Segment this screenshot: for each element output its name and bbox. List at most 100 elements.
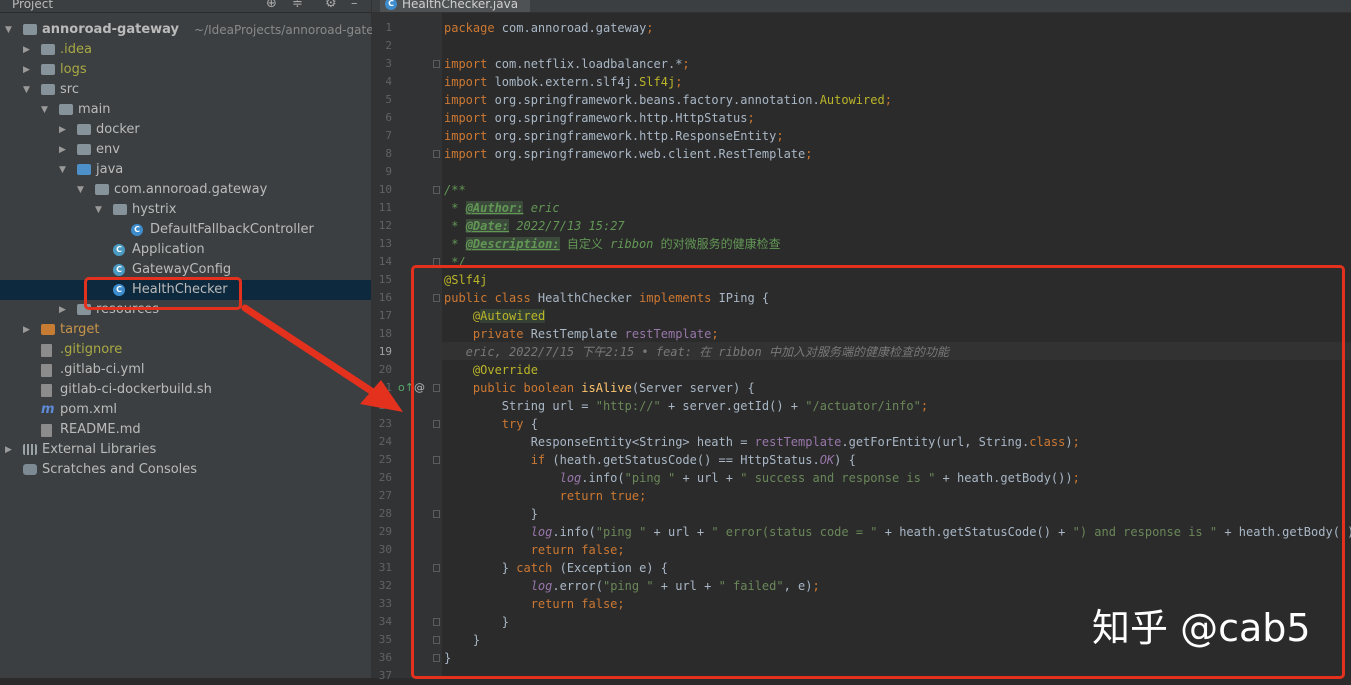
collapse-all-icon[interactable]: ≑ <box>292 0 303 11</box>
line-number[interactable]: 36 <box>372 649 392 667</box>
collapse-arrow-icon[interactable]: ▶ <box>59 300 66 320</box>
project-panel-title[interactable]: Project <box>12 0 53 11</box>
code-token: ; <box>675 75 683 89</box>
line-number[interactable]: 31 <box>372 559 392 577</box>
java-class-icon: C <box>385 0 397 10</box>
line-number[interactable]: 2 <box>372 37 392 55</box>
code-token: package <box>444 21 502 35</box>
tree-item-label: java <box>96 162 124 177</box>
line-number[interactable]: 13 <box>372 235 392 253</box>
expand-arrow-icon[interactable]: ▼ <box>95 200 102 220</box>
expand-arrow-icon[interactable]: ▼ <box>5 20 12 40</box>
gear-icon[interactable]: ⚙ <box>325 0 337 11</box>
line-number[interactable]: 1 <box>372 19 392 37</box>
code-token: * <box>444 219 466 233</box>
line-number[interactable]: 35 <box>372 631 392 649</box>
tree-item-annoroad-gateway[interactable]: ▼ annoroad-gateway ~/IdeaProjects/annoroad… <box>0 20 381 40</box>
line-number[interactable]: 29 <box>372 523 392 541</box>
code-line: import lombok.extern.slf4j.Slf4j; <box>444 73 682 91</box>
tab-health-checker[interactable]: C HealthChecker.java <box>380 0 531 12</box>
scratches-icon <box>23 464 37 475</box>
tree-item-external-libraries[interactable]: ▶ External Libraries <box>0 440 371 460</box>
collapse-arrow-icon[interactable]: ▶ <box>59 120 66 140</box>
tree-item-defaultfallbackcontroller[interactable]: C DefaultFallbackController <box>0 220 371 240</box>
line-number[interactable]: 4 <box>372 73 392 91</box>
watermark: 知乎 @cab5 <box>1092 606 1311 650</box>
folder-icon <box>41 84 55 95</box>
line-number[interactable]: 30 <box>372 541 392 559</box>
code-token: import <box>444 147 495 161</box>
tree-item-application[interactable]: C Application <box>0 240 371 260</box>
collapse-arrow-icon[interactable]: ▶ <box>23 320 30 340</box>
line-number[interactable]: 24 <box>372 433 392 451</box>
code-token: Autowired <box>819 93 885 107</box>
tree-item-idea[interactable]: ▶ .idea <box>0 40 371 60</box>
minimize-icon[interactable]: – <box>351 0 358 11</box>
excluded-folder-icon <box>41 324 55 335</box>
line-number[interactable]: 3 <box>372 55 392 73</box>
code-token: com.annoroad.gateway <box>501 21 647 35</box>
code-token: import <box>444 57 495 71</box>
code-token: lombok.extern.slf4j. <box>494 75 640 89</box>
arrow-shaft <box>241 304 389 404</box>
tree-item-main[interactable]: ▼ main <box>0 100 371 120</box>
tree-item-scratches-and-consoles[interactable]: Scratches and Consoles <box>0 460 371 480</box>
code-token: ; <box>884 93 892 107</box>
line-number[interactable]: 14 <box>372 253 392 271</box>
line-number[interactable]: 5 <box>372 91 392 109</box>
tree-item-label: README.md <box>60 422 141 437</box>
tree-item-com-annoroad-gateway[interactable]: ▼ com.annoroad.gateway <box>0 180 371 200</box>
line-number[interactable]: 12 <box>372 217 392 235</box>
tree-item-src[interactable]: ▼ src <box>0 80 371 100</box>
expand-arrow-icon[interactable]: ▼ <box>77 180 84 200</box>
line-number[interactable]: 34 <box>372 613 392 631</box>
tree-item-java[interactable]: ▼ java <box>0 160 371 180</box>
code-token: @Date: <box>465 219 510 233</box>
fold-marker-icon[interactable] <box>433 186 440 194</box>
expand-arrow-icon[interactable]: ▼ <box>59 160 66 180</box>
shell-file-icon <box>41 384 52 397</box>
yaml-file-icon <box>41 364 52 377</box>
line-number[interactable]: 7 <box>372 127 392 145</box>
locate-icon[interactable]: ⊕ <box>266 0 277 11</box>
line-number[interactable]: 8 <box>372 145 392 163</box>
line-number[interactable]: 27 <box>372 487 392 505</box>
fold-marker-icon[interactable] <box>433 150 440 158</box>
folder-icon <box>41 44 55 55</box>
line-number[interactable]: 26 <box>372 469 392 487</box>
tree-item-logs[interactable]: ▶ logs <box>0 60 371 80</box>
line-number[interactable]: 9 <box>372 163 392 181</box>
collapse-arrow-icon[interactable]: ▶ <box>5 440 12 460</box>
collapse-arrow-icon[interactable]: ▶ <box>23 40 30 60</box>
line-number[interactable]: 11 <box>372 199 392 217</box>
code-line: import org.springframework.http.HttpStat… <box>444 109 755 127</box>
spring-class-icon: C <box>113 264 125 276</box>
tree-item-docker[interactable]: ▶ docker <box>0 120 371 140</box>
folder-icon <box>77 144 91 155</box>
collapse-arrow-icon[interactable]: ▶ <box>59 140 66 160</box>
tree-item-hystrix[interactable]: ▼ hystrix <box>0 200 371 220</box>
code-token: * <box>444 201 466 215</box>
line-number[interactable]: 33 <box>372 595 392 613</box>
fold-marker-icon[interactable] <box>433 60 440 68</box>
tree-item-label: gitlab-ci-dockerbuild.sh <box>60 382 212 397</box>
line-number[interactable]: 25 <box>372 451 392 469</box>
line-number[interactable]: 10 <box>372 181 392 199</box>
tree-item-label: DefaultFallbackController <box>150 222 314 237</box>
collapse-arrow-icon[interactable]: ▶ <box>23 60 30 80</box>
line-number[interactable]: 32 <box>372 577 392 595</box>
tree-item-env[interactable]: ▶ env <box>0 140 371 160</box>
code-token: 2022/7/13 15:27 <box>509 219 625 233</box>
line-number[interactable]: 37 <box>372 667 392 685</box>
tree-item-label: target <box>60 322 100 337</box>
code-line: * @Date: 2022/7/13 15:27 <box>444 217 625 235</box>
line-number[interactable]: 15 <box>372 271 392 289</box>
code-line: /** <box>444 181 466 199</box>
line-number[interactable]: 28 <box>372 505 392 523</box>
line-number[interactable]: 6 <box>372 109 392 127</box>
annotation-arrow <box>241 304 403 412</box>
expand-arrow-icon[interactable]: ▼ <box>23 80 30 100</box>
expand-arrow-icon[interactable]: ▼ <box>41 100 48 120</box>
tree-item-label: docker <box>96 122 140 137</box>
source-folder-icon <box>77 164 91 175</box>
